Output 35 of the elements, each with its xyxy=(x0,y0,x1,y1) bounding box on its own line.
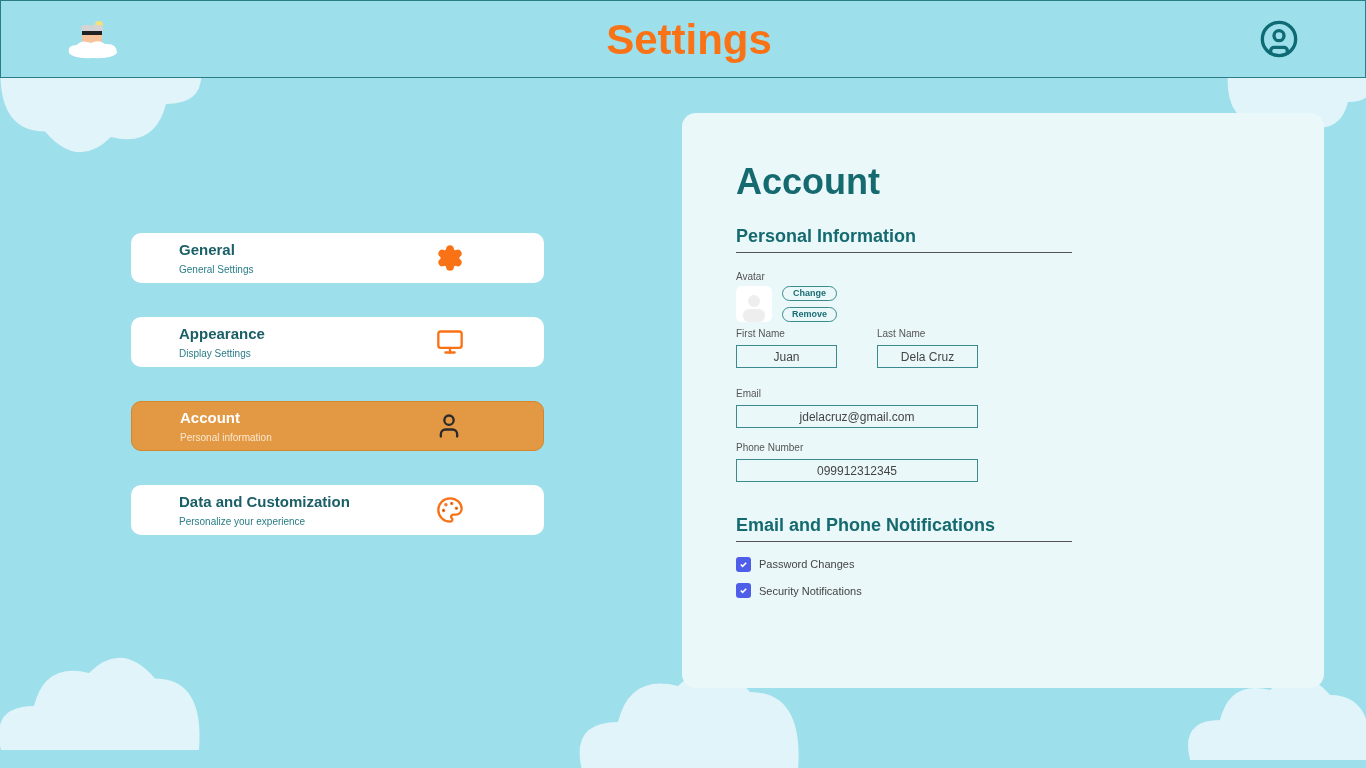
section-heading: Personal Information xyxy=(736,223,1072,253)
settings-menu-item[interactable]: General General Settings xyxy=(131,233,544,283)
gear-icon xyxy=(436,244,464,272)
page-title: Settings xyxy=(606,14,772,65)
cloud-mascot-logo[interactable] xyxy=(67,19,119,59)
section-heading: Email and Phone Notifications xyxy=(736,512,1072,542)
text-field[interactable]: Dela Cruz xyxy=(877,345,978,368)
palette-icon xyxy=(436,496,464,524)
checkmark-icon xyxy=(739,559,748,569)
checkbox[interactable] xyxy=(736,583,751,599)
checkbox-label: Password Changes xyxy=(759,557,855,572)
field-label: Phone Number xyxy=(736,441,805,455)
text-field[interactable]: 099912312345 xyxy=(736,459,978,482)
field-label: First Name xyxy=(736,327,786,341)
menu-item-subtitle: Personalize your experience xyxy=(179,514,307,529)
field-label: Last Name xyxy=(877,327,927,341)
settings-menu-item[interactable]: Data and Customization Personalize your experience xyxy=(131,485,544,535)
monitor-icon xyxy=(436,328,464,356)
profile-icon[interactable] xyxy=(1259,19,1299,59)
checkmark-icon xyxy=(739,586,748,596)
field-label: Avatar xyxy=(736,270,766,284)
menu-item-title: Account xyxy=(180,408,241,429)
menu-item-subtitle: Personal information xyxy=(180,430,272,445)
panel-title: Account xyxy=(736,160,881,204)
menu-item-title: Data and Customization xyxy=(179,492,350,513)
menu-item-title: General xyxy=(179,240,236,261)
settings-menu-item[interactable]: Appearance Display Settings xyxy=(131,317,544,367)
text-field[interactable]: Juan xyxy=(736,345,837,368)
menu-item-subtitle: General Settings xyxy=(179,262,254,277)
field-label: Email xyxy=(736,387,762,401)
checkbox[interactable] xyxy=(736,556,751,572)
checkbox-label: Security Notifications xyxy=(759,583,862,599)
menu-item-title: Appearance xyxy=(179,324,265,345)
menu-item-subtitle: Display Settings xyxy=(179,346,252,361)
text-field[interactable]: jdelacruz@gmail.com xyxy=(736,405,978,428)
